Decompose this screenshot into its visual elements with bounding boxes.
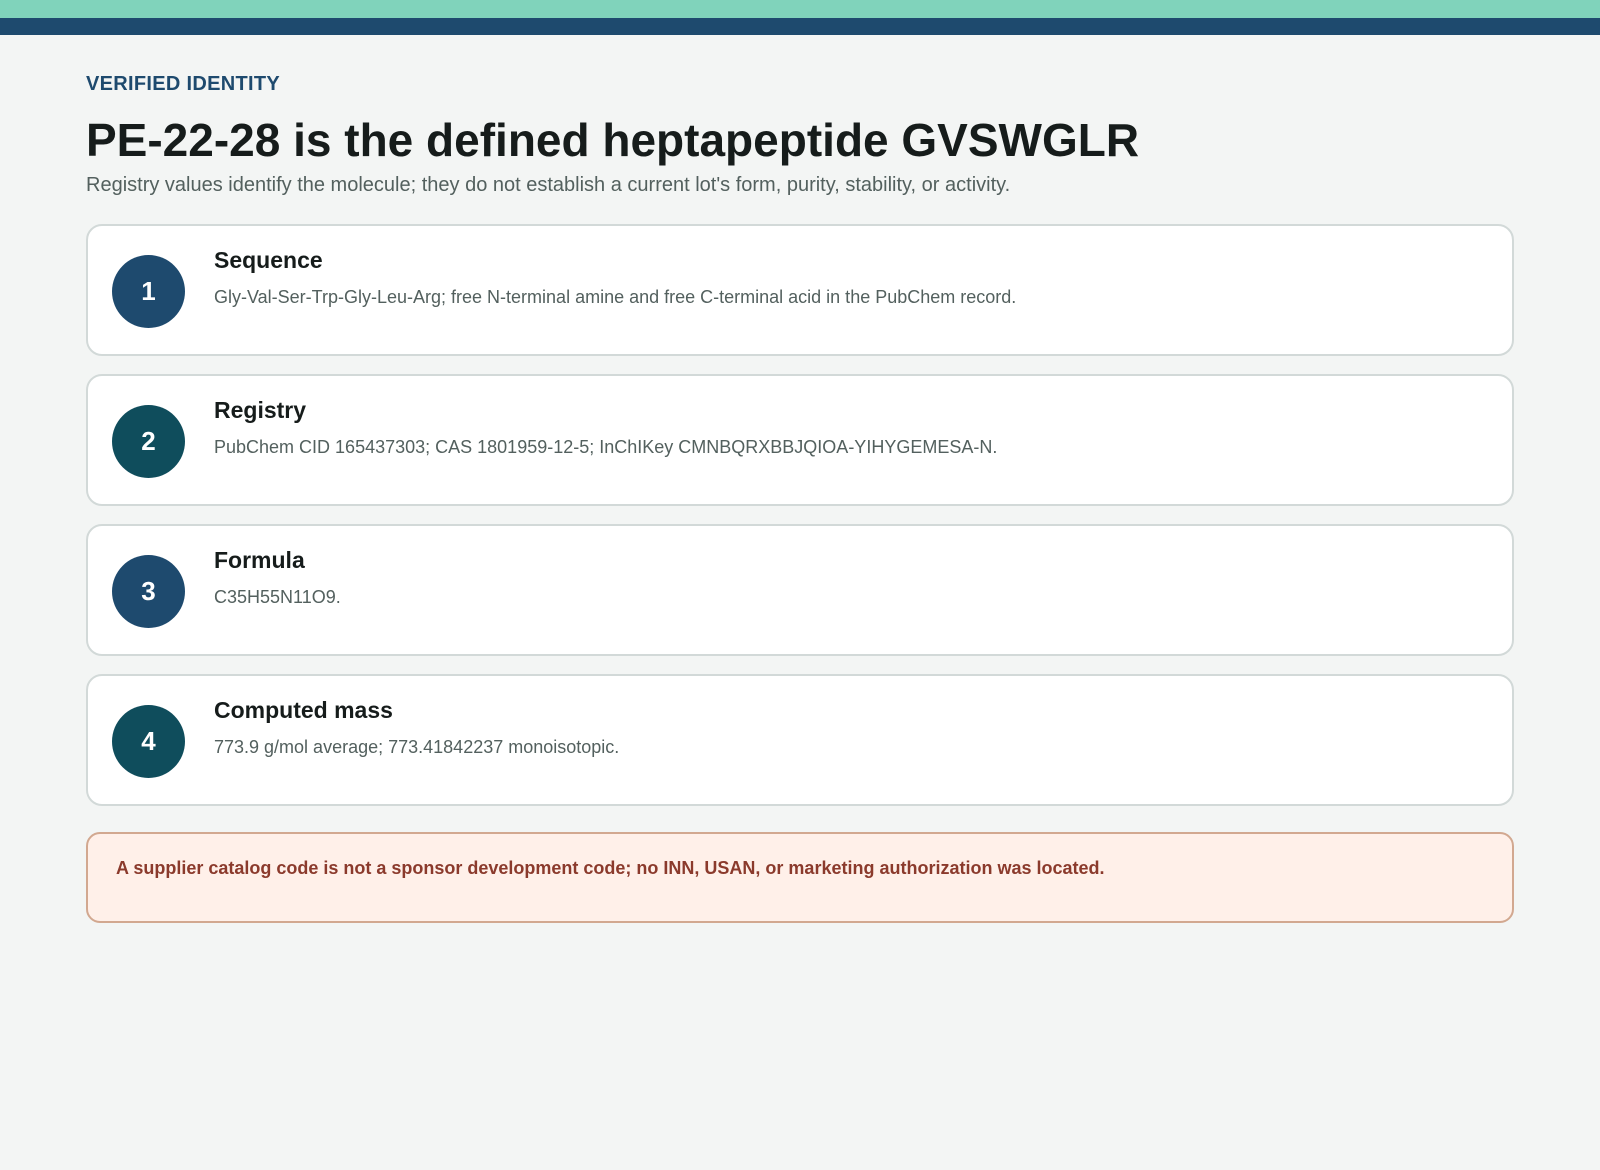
step-number-badge: 1 bbox=[112, 255, 185, 328]
card-title: Sequence bbox=[214, 247, 323, 273]
step-number-badge: 2 bbox=[112, 405, 185, 478]
card-text: Gly-Val-Ser-Trp-Gly-Leu-Arg; free N-term… bbox=[214, 287, 1017, 307]
header-navy-band bbox=[0, 18, 1600, 35]
identity-card-formula: 3 Formula C35H55N11O9. bbox=[86, 524, 1514, 656]
step-number-badge: 3 bbox=[112, 555, 185, 628]
identity-card-registry: 2 Registry PubChem CID 165437303; CAS 18… bbox=[86, 374, 1514, 506]
card-title: Formula bbox=[214, 547, 305, 573]
page-subtitle: Registry values identify the molecule; t… bbox=[86, 174, 1011, 196]
identity-card-sequence: 1 Sequence Gly-Val-Ser-Trp-Gly-Leu-Arg; … bbox=[86, 224, 1514, 356]
card-title: Registry bbox=[214, 397, 307, 423]
warning-callout: A supplier catalog code is not a sponsor… bbox=[86, 832, 1514, 923]
identity-card-list: 1 Sequence Gly-Val-Ser-Trp-Gly-Leu-Arg; … bbox=[86, 224, 1514, 824]
identity-card-computed-mass: 4 Computed mass 773.9 g/mol average; 773… bbox=[86, 674, 1514, 806]
card-title: Computed mass bbox=[214, 697, 393, 723]
warning-text: A supplier catalog code is not a sponsor… bbox=[116, 858, 1105, 878]
page-title: PE-22-28 is the defined heptapeptide GVS… bbox=[86, 114, 1140, 166]
card-text: 773.9 g/mol average; 773.41842237 monois… bbox=[214, 737, 620, 757]
step-number-badge: 4 bbox=[112, 705, 185, 778]
header-accent-band bbox=[0, 0, 1600, 18]
card-text: C35H55N11O9. bbox=[214, 587, 341, 607]
eyebrow-label: VERIFIED IDENTITY bbox=[86, 73, 281, 95]
card-text: PubChem CID 165437303; CAS 1801959-12-5;… bbox=[214, 437, 998, 457]
